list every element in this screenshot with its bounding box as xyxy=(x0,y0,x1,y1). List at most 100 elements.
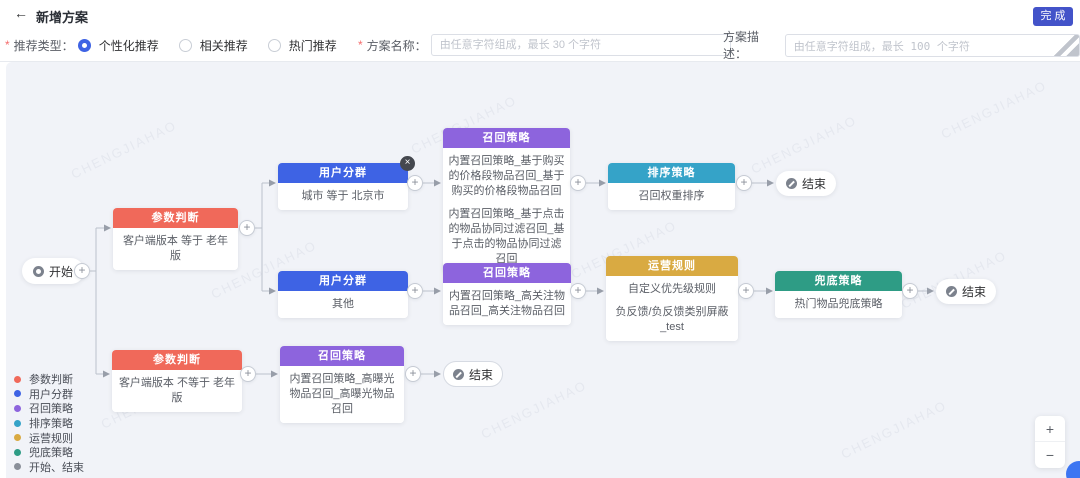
plan-name-input[interactable] xyxy=(431,34,731,56)
node-user-segment-a[interactable]: × 用户分群 城市 等于 北京市 xyxy=(278,163,408,210)
add-node-button[interactable]: + xyxy=(407,283,423,299)
end-icon xyxy=(786,178,797,189)
required-mark: * xyxy=(358,38,363,52)
start-node-label: 开始 xyxy=(49,263,73,280)
legend-label: 用户分群 xyxy=(29,386,73,402)
end-icon xyxy=(453,369,464,380)
node-fallback-strategy[interactable]: 兜底策略 热门物品兜底策略 xyxy=(775,271,902,318)
legend-item-ops: 运营规则 xyxy=(14,430,84,445)
finish-button[interactable]: 完 成 xyxy=(1033,7,1073,26)
legend-item-user: 用户分群 xyxy=(14,387,84,402)
radio-popular-label[interactable]: 热门推荐 xyxy=(289,37,337,54)
node-sort-strategy[interactable]: 排序策略 召回权重排序 xyxy=(608,163,735,210)
node-title: 参数判断 xyxy=(113,208,238,228)
legend-label: 运营规则 xyxy=(29,430,73,446)
node-condition: 城市 等于 北京市 xyxy=(278,183,408,210)
end-node-top[interactable]: 结束 xyxy=(776,171,836,196)
watermark-text: CHENGJIAHAO xyxy=(939,77,1050,141)
canvas-zoom-panel: + − xyxy=(1035,416,1065,468)
recall-strategy-item: 内置召回策略_基于点击的物品协同过滤召回_基于点击的物品协同过滤召回 xyxy=(448,207,565,267)
recommend-type-field: * 推荐类型： 个性化推荐 相关推荐 热门推荐 xyxy=(5,28,353,62)
node-param-judge-a[interactable]: 参数判断 客户端版本 等于 老年版 xyxy=(113,208,238,270)
legend-dot xyxy=(14,463,21,470)
zoom-out-button[interactable]: − xyxy=(1035,442,1065,468)
legend-label: 兜底策略 xyxy=(29,444,73,460)
end-node-bottom[interactable]: 结束 xyxy=(443,361,503,387)
watermark-text: CHENGJIAHAO xyxy=(749,112,860,176)
legend-item-start-end: 开始、结束 xyxy=(14,460,84,475)
radio-personalized[interactable] xyxy=(78,39,91,52)
radio-related[interactable] xyxy=(179,39,192,52)
add-node-button[interactable]: + xyxy=(570,175,586,191)
recommend-type-label: 推荐类型： xyxy=(14,37,74,54)
node-title: 召回策略 xyxy=(443,128,570,148)
node-title: 排序策略 xyxy=(608,163,735,183)
legend-item-fallback: 兜底策略 xyxy=(14,445,84,460)
recall-strategy-item: 内置召回策略_基于购买的价格段物品召回_基于购买的价格段物品召回 xyxy=(448,154,565,199)
back-arrow-icon[interactable]: ← xyxy=(14,5,28,21)
add-node-button[interactable]: + xyxy=(240,366,256,382)
legend-dot xyxy=(14,376,21,383)
add-node-button[interactable]: + xyxy=(407,175,423,191)
zoom-in-button[interactable]: + xyxy=(1035,416,1065,442)
radio-popular[interactable] xyxy=(268,39,281,52)
plan-name-label: 方案名称： xyxy=(367,37,427,54)
node-title: 用户分群 xyxy=(278,163,408,183)
node-recall-c[interactable]: 召回策略 内置召回策略_高曝光物品召回_高曝光物品召回 xyxy=(280,346,404,423)
node-type-legend: 参数判断 用户分群 召回策略 排序策略 运营规则 兜底策略 开始、结束 xyxy=(14,372,84,474)
close-icon[interactable]: × xyxy=(400,156,415,171)
node-condition: 内置召回策略_高曝光物品召回_高曝光物品召回 xyxy=(280,366,404,423)
page-title: 新增方案 xyxy=(36,7,88,26)
end-node-middle[interactable]: 结束 xyxy=(936,279,996,304)
end-node-label: 结束 xyxy=(469,366,493,383)
add-node-button[interactable]: + xyxy=(74,263,90,279)
legend-item-param: 参数判断 xyxy=(14,372,84,387)
end-node-label: 结束 xyxy=(962,283,986,300)
node-recall-b[interactable]: 召回策略 内置召回策略_高关注物品召回_高关注物品召回 xyxy=(443,263,571,325)
legend-item-sort: 排序策略 xyxy=(14,416,84,431)
plan-desc-label: 方案描述： xyxy=(723,28,781,62)
node-title: 用户分群 xyxy=(278,271,408,291)
ops-rule-item: 自定义优先级规则 xyxy=(611,282,733,297)
node-condition: 召回权重排序 xyxy=(608,183,735,210)
node-recall-a[interactable]: 召回策略 内置召回策略_基于购买的价格段物品召回_基于购买的价格段物品召回 内置… xyxy=(443,128,570,273)
radio-related-label[interactable]: 相关推荐 xyxy=(200,37,248,54)
node-param-judge-b[interactable]: 参数判断 客户端版本 不等于 老年版 xyxy=(112,350,242,412)
ops-rule-item: 负反馈/负反馈类别屏蔽_test xyxy=(611,305,733,335)
node-user-segment-b[interactable]: 用户分群 其他 xyxy=(278,271,408,318)
node-title: 兜底策略 xyxy=(775,271,902,291)
node-condition: 客户端版本 不等于 老年版 xyxy=(112,370,242,412)
legend-label: 排序策略 xyxy=(29,415,73,431)
start-icon xyxy=(33,266,44,277)
node-condition: 热门物品兜底策略 xyxy=(775,291,902,318)
watermark-text: CHENGJIAHAO xyxy=(839,397,950,461)
add-node-button[interactable]: + xyxy=(736,175,752,191)
node-condition: 内置召回策略_高关注物品召回_高关注物品召回 xyxy=(443,283,571,325)
end-node-label: 结束 xyxy=(802,175,826,192)
node-condition: 客户端版本 等于 老年版 xyxy=(113,228,238,270)
legend-label: 参数判断 xyxy=(29,371,73,387)
radio-personalized-label[interactable]: 个性化推荐 xyxy=(99,37,159,54)
legend-dot xyxy=(14,420,21,427)
node-ops-rule[interactable]: 运营规则 自定义优先级规则 负反馈/负反馈类别屏蔽_test xyxy=(606,256,738,341)
legend-item-recall: 召回策略 xyxy=(14,401,84,416)
node-title: 参数判断 xyxy=(112,350,242,370)
legend-dot xyxy=(14,405,21,412)
plan-desc-input[interactable] xyxy=(785,34,1080,57)
end-icon xyxy=(946,286,957,297)
node-title: 召回策略 xyxy=(280,346,404,366)
legend-label: 召回策略 xyxy=(29,400,73,416)
legend-dot xyxy=(14,434,21,441)
add-node-button[interactable]: + xyxy=(405,366,421,382)
plan-form-row: * 推荐类型： 个性化推荐 相关推荐 热门推荐 * 方案名称： 方案描述： xyxy=(0,28,1080,62)
legend-dot xyxy=(14,449,21,456)
watermark-text: CHENGJIAHAO xyxy=(479,377,590,441)
plan-editor-page: ← 新增方案 完 成 * 推荐类型： 个性化推荐 相关推荐 热门推荐 * 方案名… xyxy=(0,0,1080,478)
required-mark: * xyxy=(5,38,10,52)
legend-label: 开始、结束 xyxy=(29,459,84,475)
add-node-button[interactable]: + xyxy=(902,283,918,299)
add-node-button[interactable]: + xyxy=(570,283,586,299)
add-node-button[interactable]: + xyxy=(239,220,255,236)
plan-name-field: * 方案名称： xyxy=(358,28,731,62)
add-node-button[interactable]: + xyxy=(738,283,754,299)
